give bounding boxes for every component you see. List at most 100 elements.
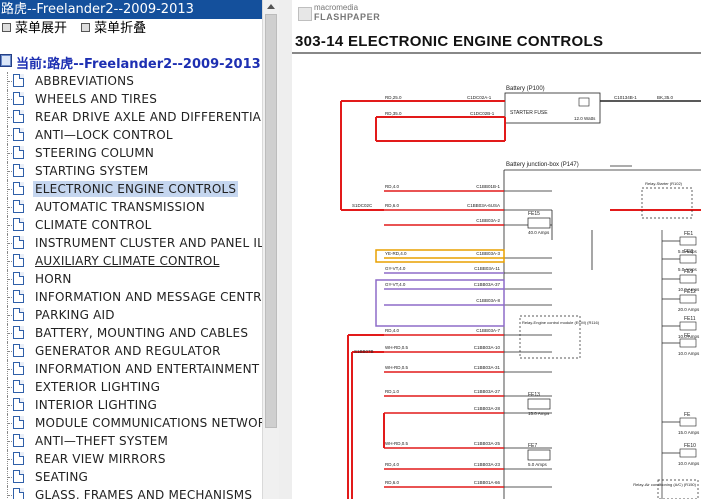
tree-item-label: INFORMATION AND MESSAGE CENTRE xyxy=(35,290,262,304)
wire-label: RD,25.0 xyxy=(385,95,402,100)
tree-item[interactable]: GENERATOR AND REGULATOR xyxy=(0,342,262,360)
wire-label: RD,6.0 xyxy=(385,480,400,485)
fuse-label: FE7 xyxy=(528,443,537,449)
relay-label: Relay-Air conditioning (A/C) (R150) xyxy=(633,482,696,487)
starter-fuse-rating: 12.0 Watts xyxy=(574,116,596,121)
menu-bar: 菜单展开 菜单折叠 xyxy=(0,20,154,38)
tree-item[interactable]: WHEELS AND TIRES xyxy=(0,90,262,108)
wire-label: RD,6.0 xyxy=(385,203,400,208)
tree-item[interactable]: STARTING SYSTEM xyxy=(0,162,262,180)
tree-item[interactable]: INFORMATION AND ENTERTAINMENT SY xyxy=(0,360,262,378)
wire-label: BK,35.0 xyxy=(657,95,674,100)
tree-scrollbar[interactable] xyxy=(262,0,280,499)
document-icon xyxy=(13,254,24,267)
tree-item[interactable]: REAR VIEW MIRRORS xyxy=(0,450,262,468)
fuse-label: FE11 xyxy=(684,316,696,322)
fuse-rating: 15.0 Amps xyxy=(678,430,700,435)
connector-label: C10134B-1 xyxy=(614,95,637,100)
connector-label: C1BB03A-31 xyxy=(474,365,501,370)
tree-item[interactable]: HORN xyxy=(0,270,262,288)
pane-splitter[interactable] xyxy=(279,0,292,499)
document-icon xyxy=(13,74,24,87)
starter-fuse-label: STARTER FUSE xyxy=(510,110,548,116)
expand-icon xyxy=(2,23,11,32)
connector-label: C1BB03A-8 xyxy=(476,298,500,303)
tree-item[interactable]: AUXILIARY CLIMATE CONTROL xyxy=(0,252,262,270)
connector-label: C1BB03A-11 xyxy=(474,266,500,271)
tree-item-label: HORN xyxy=(35,272,72,286)
splice-label: S1BB07B xyxy=(354,349,374,354)
document-icon xyxy=(13,182,24,195)
fuse-label: FE15 xyxy=(528,211,540,217)
fuse-label: FE xyxy=(684,333,691,339)
scrollbar-thumb[interactable] xyxy=(265,14,277,428)
fuse-label: FE8 xyxy=(684,249,693,255)
document-icon xyxy=(13,344,24,357)
battery-label: Battery (P100) xyxy=(506,86,545,92)
connector-label: C1BB03A-7 xyxy=(476,328,500,333)
tree-item[interactable]: STEERING COLUMN xyxy=(0,144,262,162)
tree-item-label: GENERATOR AND REGULATOR xyxy=(35,344,221,358)
connector-label: C1BB01B-1 xyxy=(476,184,500,189)
tree-root[interactable]: 当前:路虎--Freelander2--2009-2013 xyxy=(0,50,262,72)
tree-item-label: AUTOMATIC TRANSMISSION xyxy=(35,200,205,214)
fuse-symbol xyxy=(679,274,697,284)
document-icon xyxy=(13,290,24,303)
document-icon xyxy=(13,416,24,429)
relay-box xyxy=(641,187,693,219)
fuse-symbol xyxy=(527,398,551,410)
tree-item-label: INSTRUMENT CLUSTER AND PANEL ILLU xyxy=(35,236,262,250)
tree-root-label: 当前:路虎--Freelander2--2009-2013 xyxy=(16,57,261,72)
wire-label: WH-RD,0.5 xyxy=(385,365,408,370)
tree-item[interactable]: MODULE COMMUNICATIONS NETWORK xyxy=(0,414,262,432)
connector-label: C1BB03A-3 xyxy=(476,251,500,256)
window-title: 路虎--Freelander2--2009-2013 xyxy=(0,0,262,19)
scroll-up-arrow-icon[interactable] xyxy=(267,4,275,9)
connector-label: C1BB03A-25 xyxy=(474,441,501,446)
document-icon xyxy=(13,452,24,465)
connector-label: C1BB03A-27 xyxy=(474,389,501,394)
macromedia-logo-icon xyxy=(298,7,312,21)
tree-item-label: EXTERIOR LIGHTING xyxy=(35,380,161,394)
tree-item[interactable]: CLIMATE CONTROL xyxy=(0,216,262,234)
connector-label: C1BB03A-23 xyxy=(474,462,501,467)
relay-label: Relay-Starter (R102) xyxy=(645,181,683,186)
tree-item[interactable]: EXTERIOR LIGHTING xyxy=(0,378,262,396)
tree-item[interactable]: REAR DRIVE AXLE AND DIFFERENTIAL xyxy=(0,108,262,126)
tree-item[interactable]: ANTI—THEFT SYSTEM xyxy=(0,432,262,450)
tree-item[interactable]: ELECTRONIC ENGINE CONTROLS xyxy=(0,180,262,198)
fuse-symbol xyxy=(679,294,697,304)
wire-label: RD,1.0 xyxy=(385,389,400,394)
wiring-diagram: Battery (P100) STARTER FUSE 12.0 Watts C1DC… xyxy=(292,52,701,499)
tree-item-label: INFORMATION AND ENTERTAINMENT SY xyxy=(35,362,262,376)
expand-menu-button[interactable]: 菜单展开 xyxy=(2,20,67,38)
fuse-rating: 10.0 Amps xyxy=(678,351,700,356)
tree-item[interactable]: BATTERY, MOUNTING AND CABLES xyxy=(0,324,262,342)
wire-label: RD,35.0 xyxy=(385,111,402,116)
relay-label: Relay-Engine control module (ECM) (R116) xyxy=(522,320,600,325)
document-icon xyxy=(13,110,24,123)
tree-item[interactable]: GLASS, FRAMES AND MECHANISMS xyxy=(0,486,262,499)
wire-label: WH-RD,0.5 xyxy=(385,345,408,350)
connector-label: C1BB03A-2 xyxy=(476,218,500,223)
tree-item[interactable]: INFORMATION AND MESSAGE CENTRE xyxy=(0,288,262,306)
collapse-menu-button[interactable]: 菜单折叠 xyxy=(81,20,146,38)
document-icon xyxy=(13,236,24,249)
fuse-symbol xyxy=(679,321,697,331)
tree-item[interactable]: ABBREVIATIONS xyxy=(0,72,262,90)
tree-item[interactable]: ANTI—LOCK CONTROL xyxy=(0,126,262,144)
tree-item[interactable]: SEATING xyxy=(0,468,262,486)
tree-item[interactable]: INTERIOR LIGHTING xyxy=(0,396,262,414)
navigation-pane: 路虎--Freelander2--2009-2013 菜单展开 菜单折叠 当前:… xyxy=(0,0,262,499)
tree-item[interactable]: AUTOMATIC TRANSMISSION xyxy=(0,198,262,216)
connector-label: C1BB03A-37 xyxy=(474,282,501,287)
tree-item[interactable]: PARKING AID xyxy=(0,306,262,324)
document-icon xyxy=(13,434,24,447)
document-icon xyxy=(13,398,24,411)
document-icon xyxy=(13,164,24,177)
tree-item-label: SEATING xyxy=(35,470,89,484)
tree-item-label: CLIMATE CONTROL xyxy=(35,218,152,232)
tree-item-label: PARKING AID xyxy=(35,308,115,322)
tree-item[interactable]: INSTRUMENT CLUSTER AND PANEL ILLU xyxy=(0,234,262,252)
tree-item-label: GLASS, FRAMES AND MECHANISMS xyxy=(35,488,253,499)
